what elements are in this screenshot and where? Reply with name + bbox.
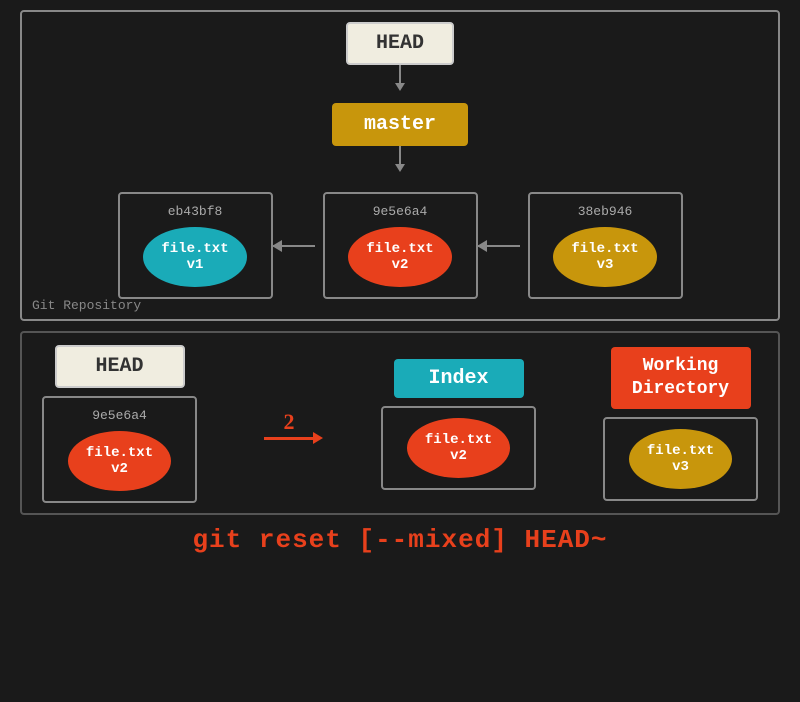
bottom-index-ver: v2 (450, 448, 467, 464)
git-repository-section: Git Repository HEAD master eb43bf8 file.… (20, 10, 780, 321)
bottom-index-column: Index file.txt v2 (381, 359, 536, 490)
git-command-text: git reset [--mixed] HEAD~ (192, 525, 607, 555)
file-ver-3: v3 (597, 257, 614, 273)
bottom-arrow-container: 2 (264, 409, 314, 440)
bottom-head-label: HEAD (55, 345, 185, 388)
vert-line-2 (399, 146, 401, 164)
bottom-workdir-blob: file.txt v3 (629, 429, 732, 489)
file-blob-3: file.txt v3 (553, 227, 656, 287)
bottom-workdir-file: file.txt (647, 443, 714, 459)
bottom-head-hash: 9e5e6a4 (92, 408, 147, 423)
bottom-head-blob: file.txt v2 (68, 431, 171, 491)
master-box: master (332, 103, 468, 146)
bottom-workdir-commit-box: file.txt v3 (603, 417, 758, 501)
commit-hash-2: 9e5e6a4 (373, 204, 428, 219)
file-name-2: file.txt (366, 241, 433, 257)
vert-arrow-head-2 (395, 164, 405, 172)
commit-hash-3: 38eb946 (578, 204, 633, 219)
bottom-head-column: HEAD 9e5e6a4 file.txt v2 (42, 345, 197, 503)
file-blob-2: file.txt v2 (348, 227, 451, 287)
number-2-label: 2 (284, 409, 295, 435)
bottom-head-file: file.txt (86, 445, 153, 461)
file-blob-1: file.txt v1 (143, 227, 246, 287)
head-box-top: HEAD (346, 22, 454, 65)
bottom-section: HEAD 9e5e6a4 file.txt v2 2 Index file.tx… (20, 331, 780, 515)
commit-hash-1: eb43bf8 (168, 204, 223, 219)
bottom-workdir-column: WorkingDirectory file.txt v3 (603, 347, 758, 502)
bottom-arrow-line (264, 437, 314, 440)
main-container: Git Repository HEAD master eb43bf8 file.… (0, 0, 800, 702)
master-to-commit-arrow (395, 146, 405, 172)
commit-box-3: 38eb946 file.txt v3 (528, 192, 683, 299)
commit-box-2: 9e5e6a4 file.txt v2 (323, 192, 478, 299)
master-area: master (332, 95, 468, 146)
file-ver-2: v2 (392, 257, 409, 273)
bottom-index-blob: file.txt v2 (407, 418, 510, 478)
vert-line-1 (399, 65, 401, 83)
bottom-index-commit-box: file.txt v2 (381, 406, 536, 490)
file-ver-1: v1 (187, 257, 204, 273)
head-to-master-arrow (395, 65, 405, 91)
bottom-workdir-label: WorkingDirectory (611, 347, 751, 410)
bottom-workdir-ver: v3 (672, 459, 689, 475)
bottom-head-commit-box: 9e5e6a4 file.txt v2 (42, 396, 197, 503)
git-repo-label: Git Repository (32, 298, 141, 313)
bottom-head-ver: v2 (111, 461, 128, 477)
commit-arrow-line-left (273, 245, 315, 247)
commits-row: eb43bf8 file.txt v1 9e5e6a4 file.txt v2 (42, 192, 758, 299)
bottom-index-file: file.txt (425, 432, 492, 448)
bottom-arrow-right (264, 437, 314, 440)
commit-arrow-left (273, 245, 323, 247)
commit-box-1: eb43bf8 file.txt v1 (118, 192, 273, 299)
bottom-index-label: Index (394, 359, 524, 398)
commit-arrow-line-right (478, 245, 520, 247)
commit-arrow-right (478, 245, 528, 247)
file-name-3: file.txt (571, 241, 638, 257)
vert-arrow-head-1 (395, 83, 405, 91)
file-name-1: file.txt (161, 241, 228, 257)
